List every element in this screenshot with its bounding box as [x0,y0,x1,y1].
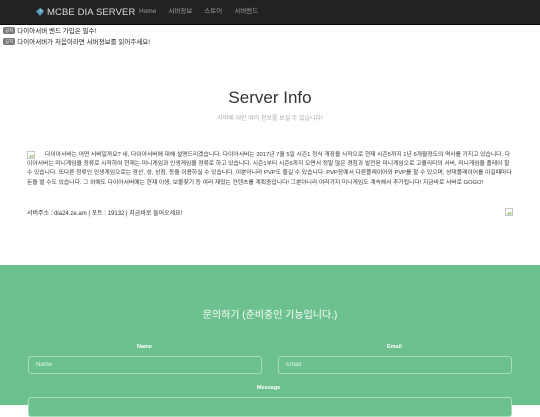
section-title: Server Info [228,88,312,107]
notice-badge: 공지 [3,37,16,45]
name-input[interactable] [28,356,262,374]
notice-badge: 공지 [3,26,16,34]
section-subtitle: 서버에 대한 여러 정보를 보실 수 있습니다! [217,116,323,122]
nav-link-store[interactable]: 스토어 [198,0,228,24]
notice-list: 공지 다이아서버 밴드 가입은 필수! 공지 다이아서버가 처음이라면 서버정보… [3,25,150,47]
broken-image-icon [505,208,513,216]
diamond-logo-icon [36,8,44,16]
message-textarea[interactable] [28,397,512,417]
contact-title: 문의하기 (준비중인 기능입니다.) [202,310,338,321]
brand-title: MCBE DIA SERVER [47,6,136,18]
server-description: 다이아서버는 어떤 서버일까요? 네, 다이아서버에 대해 설명드리겠습니다. … [27,152,512,186]
message-label: Message [257,385,281,391]
navbar: MCBE DIA SERVER Home 서버정보 스토어 서버밴드 [0,0,540,25]
contact-section [0,265,540,405]
nav-link-home[interactable]: Home [133,0,162,24]
nav-link-server-band[interactable]: 서버밴드 [228,0,264,24]
notice-text: 다이아서버 밴드 가입은 필수! [17,28,97,35]
nav-link-server-info[interactable]: 서버정보 [162,0,198,24]
email-input[interactable] [278,356,512,374]
email-label: Email [387,344,402,350]
notice-item: 공지 다이아서버 밴드 가입은 필수! [3,25,150,35]
notice-item: 공지 다이아서버가 처음이라면 서버정보를 읽어주세요! [3,36,150,46]
name-label: Name [137,344,152,350]
brand[interactable]: MCBE DIA SERVER [36,0,135,24]
nav-menu: Home 서버정보 스토어 서버밴드 [133,0,264,24]
notice-text: 다이아서버가 처음이라면 서버정보를 읽어주세요! [17,39,151,46]
server-address: 서버주소 : dia24.ze.am | 포트 : 19132 | 지금바로 들… [27,211,183,217]
